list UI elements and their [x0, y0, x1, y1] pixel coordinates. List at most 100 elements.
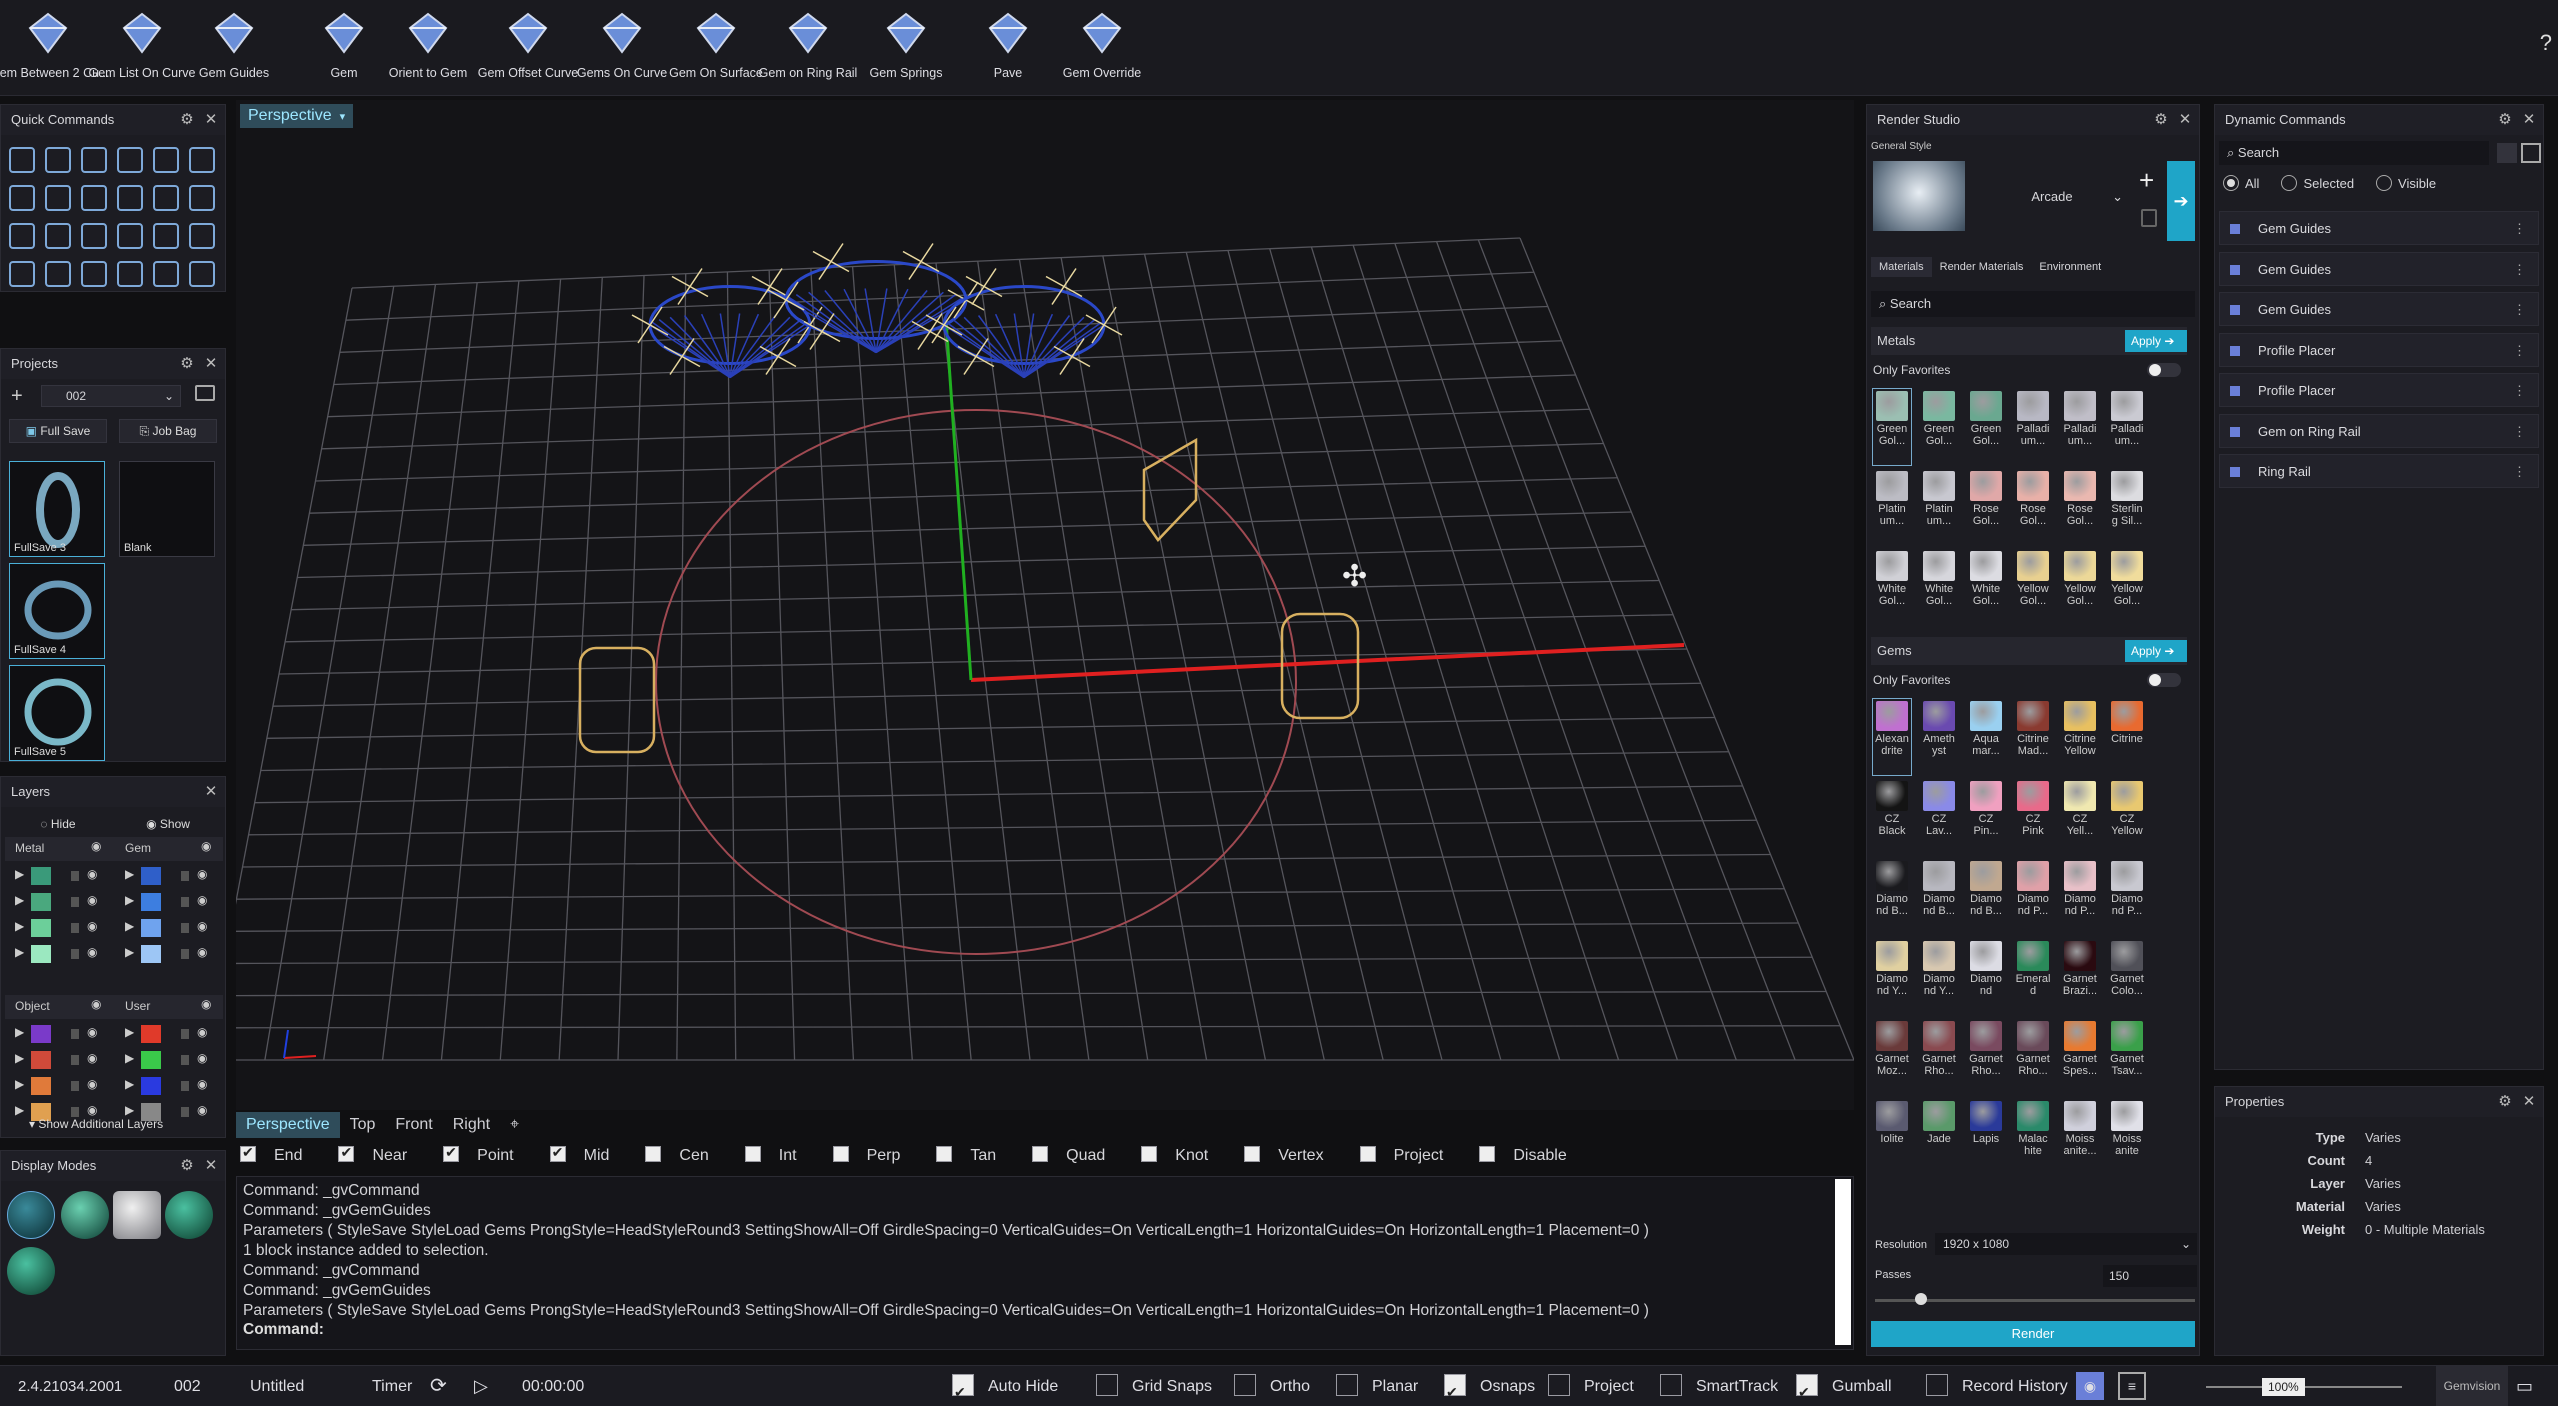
project-thumb[interactable]: FullSave 5 [9, 665, 105, 761]
radio[interactable] [2223, 175, 2239, 191]
chat-icon[interactable]: ▭ [2516, 1366, 2533, 1406]
layer-row[interactable]: ▶ ◉ ▶ ◉ [5, 891, 223, 915]
material-swatch[interactable]: Diamo nd P... [2014, 859, 2052, 935]
lock-icon[interactable] [181, 1029, 189, 1039]
material-swatch[interactable]: CZ Lav... [1920, 779, 1958, 855]
filter-visible[interactable]: Visible [2376, 175, 2436, 191]
property-value[interactable]: Varies [2365, 1196, 2401, 1218]
material-swatch[interactable]: Iolite [1873, 1099, 1911, 1175]
layer-color-swatch[interactable] [31, 919, 51, 937]
checkbox[interactable] [1032, 1146, 1049, 1162]
toggle-planar[interactable]: Planar [1336, 1366, 1418, 1406]
osnap-point[interactable]: Point [443, 1144, 531, 1165]
record-history-icon[interactable]: ◉ [2076, 1372, 2104, 1400]
checkbox[interactable] [1359, 1146, 1376, 1162]
layer-color-swatch[interactable] [141, 1077, 161, 1095]
expand-icon[interactable]: ▶ [125, 1077, 134, 1091]
material-swatch[interactable]: Palladi um... [2014, 389, 2052, 465]
filter-selected[interactable]: Selected [2281, 175, 2354, 191]
close-icon[interactable]: ✕ [201, 1151, 221, 1181]
eye-icon[interactable]: ◉ [87, 945, 97, 959]
checkbox[interactable] [1234, 1374, 1256, 1396]
list-icon[interactable]: ≡ [2118, 1372, 2146, 1400]
expand-icon[interactable]: ▶ [125, 893, 134, 907]
eye-icon[interactable]: ◉ [197, 867, 207, 881]
curve-icon[interactable] [153, 147, 179, 173]
add-style-button[interactable]: + [2139, 165, 2154, 196]
eye-icon[interactable]: ◉ [197, 1077, 207, 1091]
osnap-int[interactable]: Int [744, 1146, 815, 1165]
checkbox[interactable] [1479, 1146, 1496, 1162]
property-value[interactable]: Varies [2365, 1173, 2401, 1195]
align-icon[interactable] [153, 185, 179, 211]
close-icon[interactable]: ✕ [2175, 105, 2195, 135]
trash-icon[interactable] [2141, 209, 2157, 227]
layer-color-swatch[interactable] [141, 867, 161, 885]
material-swatch[interactable]: Platin um... [1873, 469, 1911, 545]
material-swatch[interactable]: Yellow Gol... [2061, 549, 2099, 625]
eye-icon[interactable]: ◉ [197, 919, 207, 933]
toolbar-pave-button[interactable]: Pave [960, 6, 1056, 90]
ghosted-mode-icon[interactable] [113, 1191, 161, 1239]
layer-row[interactable]: ▶ ◉ ▶ ◉ [5, 1049, 223, 1073]
checkbox[interactable] [936, 1146, 953, 1162]
expand-icon[interactable]: ▶ [125, 1025, 134, 1039]
dynamic-command-item[interactable]: Profile Placer ⋮ [2219, 373, 2539, 407]
more-icon[interactable]: ⋮ [2513, 253, 2526, 287]
add-project-button[interactable]: + [11, 385, 23, 408]
resolution-select[interactable]: 1920 x 1080 ⌄ [1935, 1233, 2197, 1255]
lock-icon[interactable] [181, 1107, 189, 1117]
toggle-grid-snaps[interactable]: Grid Snaps [1096, 1366, 1212, 1406]
reset-timer-icon[interactable]: ⟳ [430, 1366, 447, 1406]
lock-icon[interactable] [71, 871, 79, 881]
eye-icon[interactable]: ◉ [201, 839, 211, 853]
tab-environment[interactable]: Environment [2031, 257, 2109, 277]
checkbox[interactable] [1444, 1372, 1466, 1406]
close-icon[interactable]: ✕ [201, 105, 221, 135]
material-swatch[interactable]: Moiss anite [2108, 1099, 2146, 1175]
material-swatch[interactable]: Sterlin g Sil... [2108, 469, 2146, 545]
rendered-mode-icon[interactable] [165, 1191, 213, 1239]
material-swatch[interactable]: Citrine Mad... [2014, 699, 2052, 775]
rectangle-icon[interactable] [9, 147, 35, 173]
material-swatch[interactable]: Yellow Gol... [2014, 549, 2052, 625]
rotate-icon[interactable] [45, 185, 71, 211]
apply-metals-button[interactable]: Apply ➔ [2125, 330, 2187, 352]
twist-icon[interactable] [189, 223, 215, 249]
lock-icon[interactable] [181, 871, 189, 881]
polygon-icon[interactable] [45, 147, 71, 173]
toolbar-gem-offset-curve-button[interactable]: Gem Offset Curve [478, 6, 578, 90]
checkbox[interactable] [1336, 1374, 1358, 1396]
material-swatch[interactable]: White Gol... [1873, 549, 1911, 625]
gear-icon[interactable]: ⚙ [177, 105, 197, 135]
toggle-osnaps[interactable]: Osnaps [1444, 1366, 1535, 1406]
checkbox[interactable] [952, 1372, 974, 1406]
material-swatch[interactable]: Palladi um... [2108, 389, 2146, 465]
eye-icon[interactable]: ◉ [87, 1077, 97, 1091]
slider-handle[interactable] [1915, 1293, 1927, 1305]
full-save-button[interactable]: ▣ Full Save [9, 419, 107, 443]
material-swatch[interactable]: Garnet Colo... [2108, 939, 2146, 1015]
material-swatch[interactable]: Garnet Rho... [1967, 1019, 2005, 1095]
tab-front[interactable]: Front [385, 1112, 442, 1138]
checkbox[interactable] [549, 1144, 566, 1162]
close-icon[interactable]: ✕ [2519, 105, 2539, 135]
tab-right[interactable]: Right [443, 1112, 500, 1138]
checkbox[interactable] [1548, 1374, 1570, 1396]
material-swatch[interactable]: Diamo nd Y... [1873, 939, 1911, 1015]
radio[interactable] [2281, 175, 2298, 191]
material-swatch[interactable]: Jade [1920, 1099, 1958, 1175]
folder-icon[interactable] [195, 385, 215, 401]
scale-icon[interactable] [81, 185, 107, 211]
material-swatch[interactable]: Garnet Rho... [1920, 1019, 1958, 1095]
hide-layers-button[interactable]: ◌ Hide [9, 813, 107, 837]
add-viewport-icon[interactable]: ⌖ [500, 1112, 529, 1138]
eye-icon[interactable]: ◉ [87, 919, 97, 933]
osnap-perp[interactable]: Perp [832, 1146, 919, 1165]
material-swatch[interactable]: Garnet Brazi... [2061, 939, 2099, 1015]
favorites-toggle[interactable] [2147, 363, 2181, 377]
favorites-toggle[interactable] [2147, 673, 2181, 687]
material-swatch[interactable]: Diamo nd Y... [1920, 939, 1958, 1015]
material-swatch[interactable]: Citrine Yellow [2061, 699, 2099, 775]
material-swatch[interactable]: Lapis [1967, 1099, 2005, 1175]
